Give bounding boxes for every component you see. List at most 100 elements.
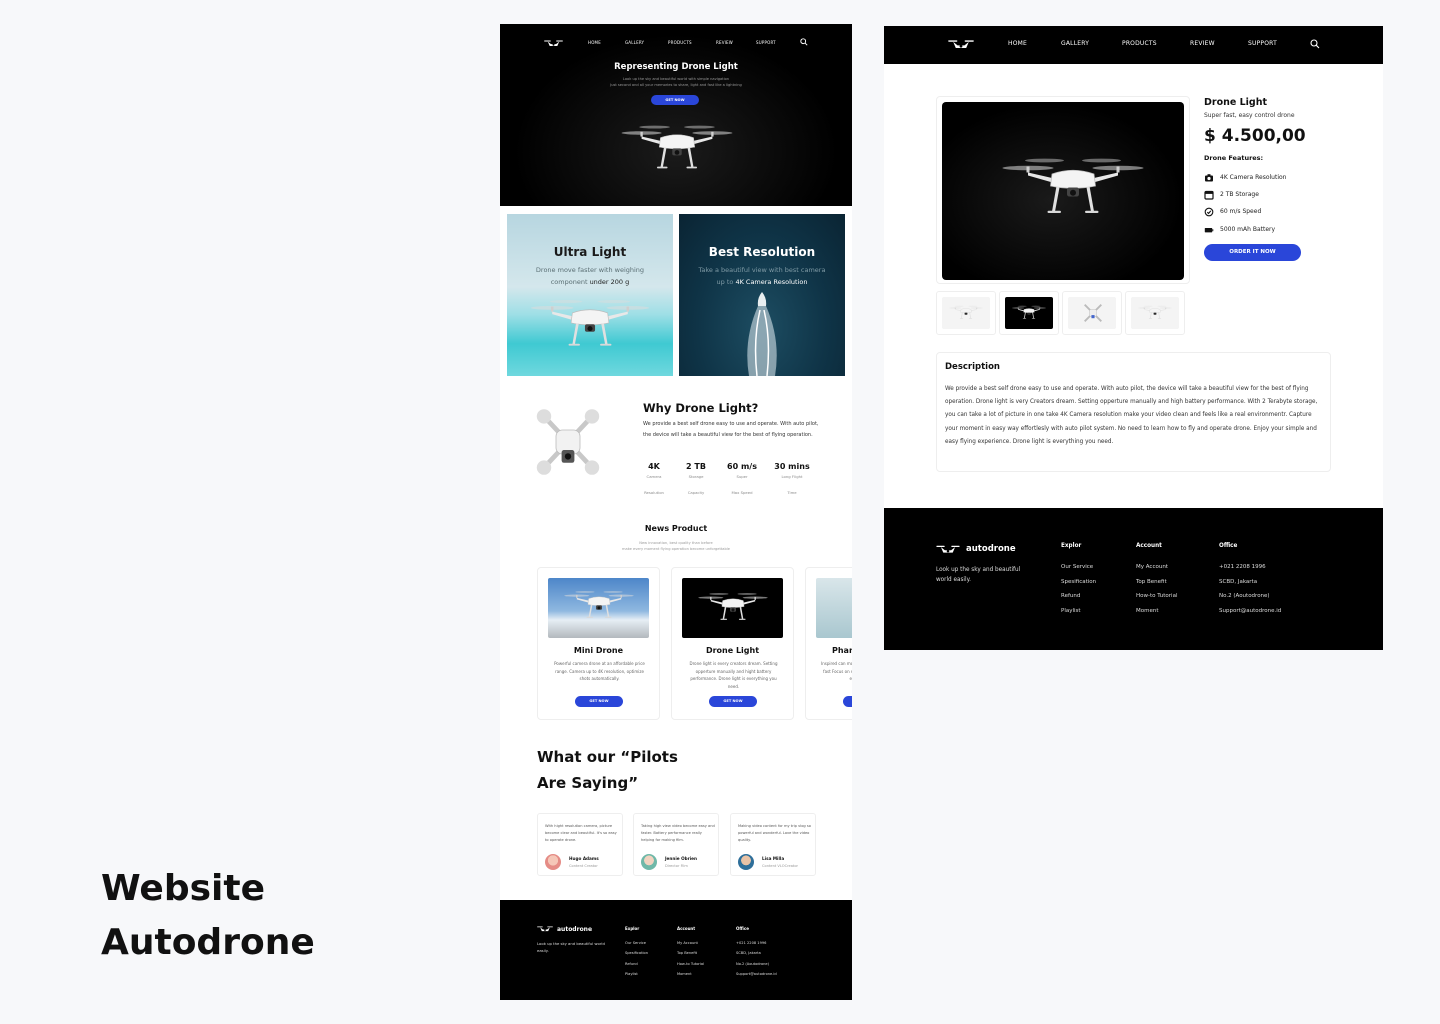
footer-link[interactable]: My Account <box>677 938 704 948</box>
nav-review[interactable]: REVIEW <box>1190 40 1215 47</box>
footer-contact: SCBD, Jakarta <box>1219 578 1258 585</box>
product-main-image <box>936 96 1190 284</box>
nav-home[interactable]: HOME <box>588 40 601 45</box>
nav-products[interactable]: PRODUCTS <box>1122 40 1157 47</box>
order-now-button[interactable]: ORDER IT NOW <box>1204 244 1301 261</box>
testimonial-text: Taking high view video become easy and f… <box>641 824 715 842</box>
speed-icon <box>1204 207 1214 217</box>
footer-link[interactable]: Our Service <box>1061 560 1096 575</box>
footer-contact[interactable]: Support@autodrone.id <box>1219 604 1281 619</box>
search-icon[interactable] <box>1310 39 1320 49</box>
nav-products[interactable]: PRODUCTS <box>668 40 692 45</box>
features-title: Drone Features: <box>1204 154 1264 162</box>
storage-icon <box>1204 190 1214 200</box>
product-get-now-button[interactable] <box>843 696 852 707</box>
showcase-title: Website Autodrone <box>101 862 315 970</box>
description-text: We provide a best self drone easy to use… <box>945 386 1318 445</box>
footer-link[interactable]: Our Service <box>625 938 648 948</box>
product-thumbnail-3[interactable] <box>1062 291 1122 335</box>
footer-col-title: Explor <box>625 926 640 931</box>
hero-title: Representing Drone Light <box>614 62 738 72</box>
feature-label: 60 m/s Speed <box>1220 208 1262 215</box>
footer-link[interactable]: Moment <box>1136 604 1177 619</box>
avatar <box>738 854 754 870</box>
avatar <box>545 854 561 870</box>
drone-image <box>1137 303 1173 323</box>
footer-contact: No.2 (Aoutodrone) <box>1219 593 1270 599</box>
footer-link[interactable]: Refund <box>1061 589 1096 604</box>
detail-footer: autodrone Look up the sky and beautiful … <box>884 508 1383 650</box>
footer-contact[interactable]: Support@autodrone.id <box>736 969 777 979</box>
description-title: Description <box>945 362 1000 372</box>
product-card-drone-light[interactable]: Drone Light Drone light is every creator… <box>671 567 794 720</box>
footer-col-title: Office <box>1219 543 1238 549</box>
pilots-title-line1: What our “Pilots <box>537 748 678 766</box>
nav-home[interactable]: HOME <box>1008 40 1027 47</box>
footer-link[interactable]: Spesification <box>625 948 648 958</box>
footer-link[interactable]: How-to Tutorial <box>1136 589 1177 604</box>
footer-link[interactable]: Top Benefit <box>677 948 704 958</box>
autodrone-logo-icon[interactable] <box>544 39 563 48</box>
footer-col-account: Account My Account Top Benefit How-to Tu… <box>1136 543 1177 618</box>
feature-drone-image <box>527 294 653 357</box>
product-text: Inspired can move fast Focus on spe envi <box>821 661 852 681</box>
product-name: Mini Drone <box>573 646 624 655</box>
testimonial-card: With hight resolution camera, picture be… <box>537 813 623 876</box>
nav-support[interactable]: SUPPORT <box>1248 40 1277 47</box>
product-get-now-button[interactable]: GET NOW <box>575 696 623 707</box>
product-image <box>548 578 649 638</box>
nav-gallery[interactable]: GALLERY <box>625 40 644 45</box>
footer-link[interactable]: Spesification <box>1061 575 1096 590</box>
why-drone-image <box>536 409 600 475</box>
footer-link[interactable]: How-to Tutorial <box>677 959 704 969</box>
testimonial-role: Content Creator <box>569 864 598 868</box>
why-text: We provide a best self drone easy to use… <box>643 421 819 438</box>
footer-link[interactable]: Top Benefit <box>1136 575 1177 590</box>
detail-navbar: HOME GALLERY PRODUCTS REVIEW SUPPORT <box>884 26 1383 64</box>
footer-link[interactable]: My Account <box>1136 560 1177 575</box>
footer-contact: SCBD, Jakarta <box>736 951 761 956</box>
testimonial-card: Making video content for my trip vlog so… <box>730 813 816 876</box>
landing-footer: autodrone Look up the sky and beautiful … <box>500 900 852 1000</box>
footer-link[interactable]: Moment <box>677 969 704 979</box>
product-image <box>816 578 852 638</box>
product-subtitle: Super fast, easy control drone <box>1204 112 1295 119</box>
feature-card-best-resolution: Best Resolution Take a beautiful view wi… <box>679 214 845 376</box>
stat-label-line2: Time <box>787 490 797 495</box>
stat-label: Storage Capacity <box>674 473 718 496</box>
product-card-mini-drone[interactable]: Mini Drone Powerful camera drone at an a… <box>537 567 660 720</box>
hero-get-now-button[interactable]: GET NOW <box>651 95 699 105</box>
product-thumbnail-2[interactable] <box>999 291 1059 335</box>
product-thumbnail-1[interactable] <box>936 291 996 335</box>
footer-link[interactable]: Refund <box>625 959 648 969</box>
footer-col-title: Account <box>1136 543 1162 549</box>
search-icon[interactable] <box>800 38 808 46</box>
product-text: Drone light is every creators dream. Set… <box>689 661 778 689</box>
stat-storage: 2 TB Storage Capacity <box>674 462 718 496</box>
thumbnail-image <box>1068 297 1116 329</box>
footer-col-explor: Explor Our Service Spesification Refund … <box>625 926 648 979</box>
nav-support[interactable]: SUPPORT <box>756 40 776 45</box>
nav-review[interactable]: REVIEW <box>716 40 733 45</box>
stat-value: 30 mins <box>774 462 810 471</box>
stat-value: 4K <box>648 462 660 471</box>
footer-col-title: Account <box>677 926 696 931</box>
product-get-now-button[interactable]: GET NOW <box>709 696 757 707</box>
footer-link[interactable]: Playlist <box>625 969 648 979</box>
autodrone-logo-icon[interactable] <box>537 925 553 933</box>
product-card-phantom[interactable]: Phan Inspired can move fast Focus on spe… <box>805 567 852 720</box>
autodrone-logo-icon[interactable] <box>948 38 974 51</box>
stat-label-line2: Max Speed <box>731 490 753 495</box>
showcase-title-line1: Website <box>101 868 266 909</box>
footer-col-explor: Explor Our Service Spesification Refund … <box>1061 543 1096 618</box>
product-thumbnail-4[interactable] <box>1125 291 1185 335</box>
hero-subtitle-line2: Just second and all your memories to sha… <box>610 83 742 87</box>
nav-gallery[interactable]: GALLERY <box>1061 40 1089 47</box>
testimonial-role: Director Film <box>665 864 688 868</box>
stat-label: Super Max Speed <box>720 473 764 496</box>
autodrone-logo-icon[interactable] <box>936 544 960 555</box>
feature-text-highlight: 4K Camera Resolution <box>735 278 808 286</box>
drone-image <box>696 586 770 630</box>
footer-contact: +021 2208 1996 <box>736 941 767 945</box>
footer-link[interactable]: Playlist <box>1061 604 1096 619</box>
